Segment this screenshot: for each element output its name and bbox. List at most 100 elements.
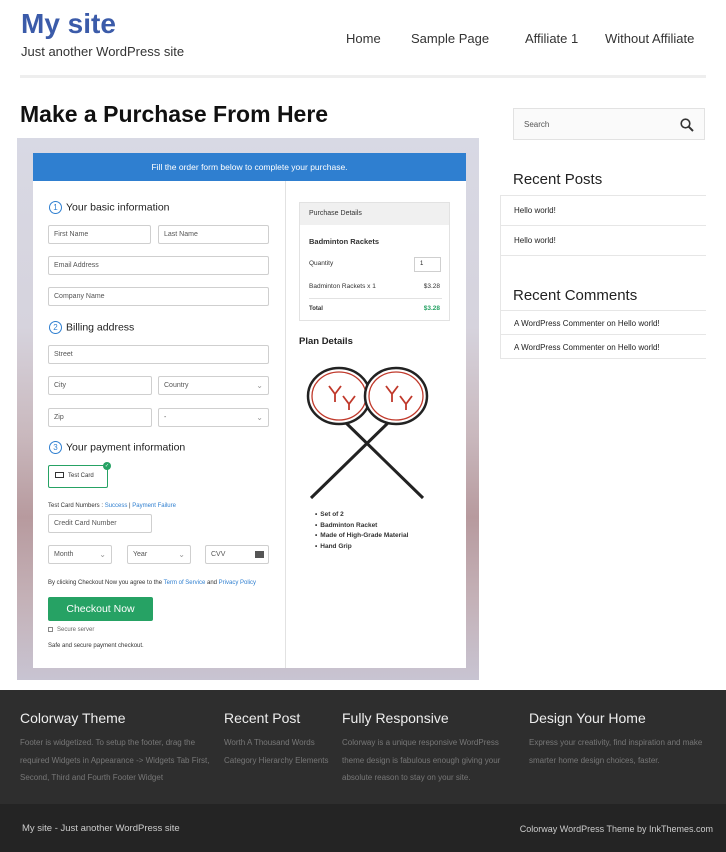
sidebar-divider xyxy=(500,225,706,226)
and-text: and xyxy=(205,580,219,586)
zip-field[interactable]: Zip xyxy=(48,408,152,427)
company-field[interactable]: Company Name xyxy=(48,287,269,306)
test-card-numbers: Test Card Numbers : Success | Payment Fa… xyxy=(48,503,176,509)
email-field[interactable]: Email Address xyxy=(48,256,269,275)
footer-heading-design-your-home: Design Your Home xyxy=(529,710,646,726)
terms-link[interactable]: Term of Service xyxy=(164,580,206,586)
nav-item-without-affiliate[interactable]: Without Affiliate xyxy=(605,31,694,46)
plan-details-title: Plan Details xyxy=(299,336,353,347)
badminton-rackets-image xyxy=(306,366,429,500)
search-icon[interactable] xyxy=(680,118,694,132)
check-icon: ✓ xyxy=(103,462,111,470)
sidebar-divider xyxy=(500,310,706,311)
cvv-placeholder: CVV xyxy=(211,551,226,558)
footer-heading-recent-post: Recent Post xyxy=(224,710,301,726)
street-field[interactable]: Street xyxy=(48,345,269,364)
success-link[interactable]: Success xyxy=(105,503,128,509)
card-icon xyxy=(255,551,264,558)
credit-card-icon xyxy=(55,472,64,479)
purchase-details-box: Purchase Details Badminton Rackets Quant… xyxy=(299,202,450,321)
line-price: $3.28 xyxy=(423,283,440,290)
footer-text-fully-responsive: Colorway is a unique responsive WordPres… xyxy=(342,738,501,782)
secure-server: Secure server xyxy=(48,627,94,633)
recent-comments-heading: Recent Comments xyxy=(513,287,638,304)
step-label: Billing address xyxy=(66,321,135,334)
product-name: Badminton Rackets xyxy=(309,237,380,246)
country-select-value: Country xyxy=(164,382,189,389)
footer-site-credit: My site - Just another WordPress site xyxy=(22,823,180,834)
privacy-link[interactable]: Privacy Policy xyxy=(219,580,256,586)
total-price: $3.28 xyxy=(423,305,440,312)
footer-text-colorway-theme: Footer is widgetized. To setup the foote… xyxy=(20,738,210,782)
form-banner: Fill the order form below to complete yo… xyxy=(33,153,466,181)
first-name-field[interactable]: First Name xyxy=(48,225,151,244)
step-basic-info: 1 Your basic information xyxy=(49,201,170,214)
step-number-3: 3 xyxy=(49,441,62,454)
sidebar-divider xyxy=(500,334,706,335)
site-header: My site Just another WordPress site Home… xyxy=(0,0,726,80)
chevron-down-icon: ⌄ xyxy=(99,550,106,559)
nav-item-sample-page[interactable]: Sample Page xyxy=(411,31,489,46)
footer-heading-fully-responsive: Fully Responsive xyxy=(342,710,449,726)
state-select[interactable]: - ⌄ xyxy=(158,408,269,427)
quantity-input[interactable]: 1 xyxy=(414,257,441,272)
feature-item: Made of High-Grade Material xyxy=(315,532,408,543)
plan-features-list: Set of 2 Badminton Racket Made of High-G… xyxy=(315,511,408,553)
test-card-label: Test Card xyxy=(68,473,94,479)
payment-failure-link[interactable]: Payment Failure xyxy=(132,503,176,509)
line-item: Badminton Rackets x 1 xyxy=(309,283,376,290)
safe-checkout-note: Safe and secure payment checkout. xyxy=(48,643,144,649)
month-select[interactable]: Month ⌄ xyxy=(48,545,112,564)
chevron-down-icon: ⌄ xyxy=(178,550,185,559)
step-label: Your payment information xyxy=(66,441,186,454)
footer-bottom-bar: My site - Just another WordPress site Co… xyxy=(0,804,726,852)
recent-comment-link[interactable]: A WordPress Commenter on Hello world! xyxy=(514,343,660,352)
step-label: Your basic information xyxy=(66,201,170,214)
main-nav: Home Sample Page Affiliate 1 Without Aff… xyxy=(0,31,726,51)
recent-post-link[interactable]: Hello world! xyxy=(514,206,556,215)
header-divider xyxy=(20,75,706,78)
step-number-1: 1 xyxy=(49,201,62,214)
quantity-label: Quantity xyxy=(309,260,334,267)
country-select[interactable]: Country ⌄ xyxy=(158,376,269,395)
total-label: Total xyxy=(309,306,323,312)
agree-text: By clicking Checkout Now you agree to th… xyxy=(48,580,164,586)
column-divider xyxy=(285,181,286,668)
sidebar-divider xyxy=(500,255,706,256)
last-name-field[interactable]: Last Name xyxy=(158,225,269,244)
step-payment-info: 3 Your payment information xyxy=(49,441,185,454)
city-field[interactable]: City xyxy=(48,376,152,395)
footer-text-design-your-home: Express your creativity, find inspiratio… xyxy=(529,738,703,765)
step-billing-address: 2 Billing address xyxy=(49,321,134,334)
sidebar-divider xyxy=(500,195,706,196)
nav-item-home[interactable]: Home xyxy=(346,31,381,46)
order-form: Fill the order form below to complete yo… xyxy=(33,153,466,668)
year-select-value: Year xyxy=(133,551,148,558)
separator: | xyxy=(129,503,131,509)
footer-text-recent-post[interactable]: Worth A Thousand Words Category Hierarch… xyxy=(224,734,334,769)
month-select-value: Month xyxy=(54,551,74,558)
search-placeholder: Search xyxy=(524,120,550,129)
feature-item: Hand Grip xyxy=(315,543,408,554)
site-footer: Colorway Theme Footer is widgetized. To … xyxy=(0,690,726,804)
cvv-field[interactable]: CVV xyxy=(205,545,269,564)
total-divider xyxy=(309,298,442,299)
feature-item: Set of 2 xyxy=(315,511,408,522)
credit-card-number-field[interactable]: Credit Card Number xyxy=(48,514,152,533)
chevron-down-icon: ⌄ xyxy=(256,413,263,422)
search-input[interactable]: Search xyxy=(513,108,705,140)
step-number-2: 2 xyxy=(49,321,62,334)
sidebar-divider xyxy=(500,358,706,359)
test-numbers-label: Test Card Numbers : xyxy=(48,503,105,509)
year-select[interactable]: Year ⌄ xyxy=(127,545,191,564)
footer-theme-credit[interactable]: Colorway WordPress Theme by InkThemes.co… xyxy=(520,824,713,834)
recent-post-link[interactable]: Hello world! xyxy=(514,236,556,245)
lock-icon xyxy=(48,627,53,632)
test-card-option[interactable]: Test Card ✓ xyxy=(48,462,111,488)
feature-item: Badminton Racket xyxy=(315,522,408,533)
recent-comment-link[interactable]: A WordPress Commenter on Hello world! xyxy=(514,319,660,328)
checkout-now-button[interactable]: Checkout Now xyxy=(48,597,153,621)
recent-posts-heading: Recent Posts xyxy=(513,171,603,188)
page-title: Make a Purchase From Here xyxy=(20,101,329,127)
nav-item-affiliate-1[interactable]: Affiliate 1 xyxy=(525,31,578,46)
